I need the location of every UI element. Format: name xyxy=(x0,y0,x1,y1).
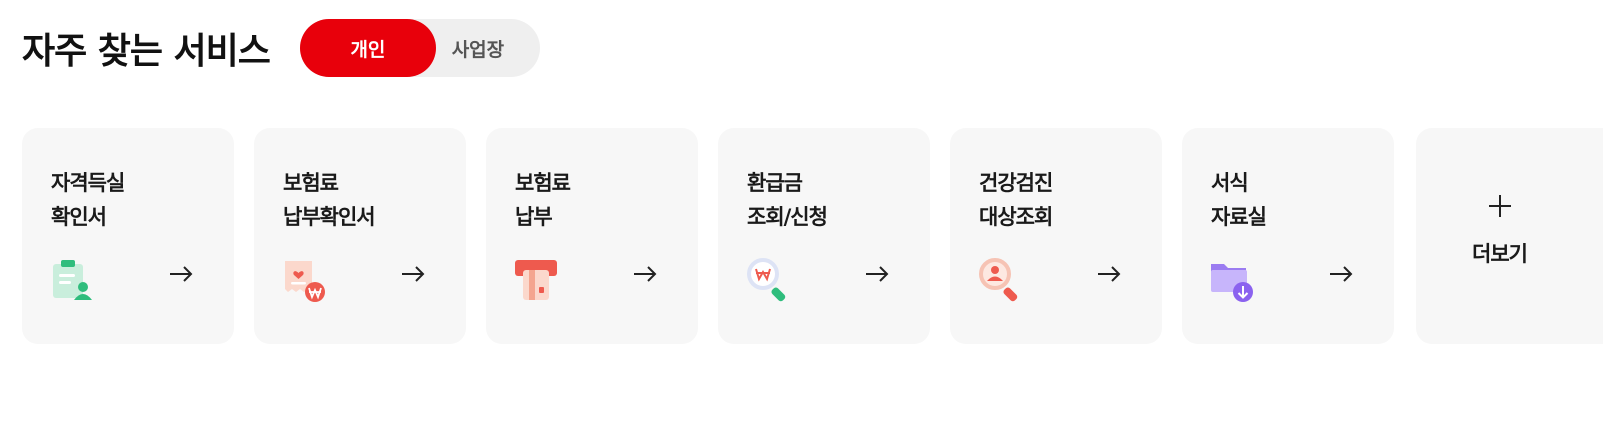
arrow-right-icon xyxy=(402,266,425,282)
card-payment-icon xyxy=(515,260,557,300)
service-card-title: 환급금 조회/신청 xyxy=(747,171,828,229)
arrow-right-icon xyxy=(1098,266,1121,282)
page-title: 자주 찾는 서비스 xyxy=(22,31,271,72)
arrow-right-icon xyxy=(866,266,889,282)
arrow-right-icon xyxy=(634,266,657,282)
search-won-icon xyxy=(747,258,786,302)
section-header: 자주 찾는 서비스 개인 사업장 xyxy=(22,19,540,77)
plus-icon xyxy=(1489,195,1511,217)
more-services-button[interactable]: 더보기 xyxy=(1416,128,1603,344)
service-card-title: 서식 자료실 xyxy=(1211,171,1267,229)
user-type-toggle: 개인 사업장 xyxy=(299,19,540,77)
arrow-right-icon xyxy=(170,266,193,282)
service-card-refund[interactable]: 환급금 조회/신청 xyxy=(718,128,930,344)
service-card-health-checkup[interactable]: 건강검진 대상조회 xyxy=(950,128,1162,344)
service-card-title: 보험료 납부 xyxy=(515,171,571,229)
service-card-title: 건강검진 대상조회 xyxy=(979,171,1053,229)
service-card-qualification[interactable]: 자격득실 확인서 xyxy=(22,128,234,344)
search-person-icon xyxy=(979,258,1018,302)
receipt-won-icon xyxy=(285,261,325,302)
folder-download-icon xyxy=(1211,264,1253,302)
service-card-forms-library[interactable]: 서식 자료실 xyxy=(1182,128,1394,344)
service-card-premium-payment[interactable]: 보험료 납부 xyxy=(486,128,698,344)
service-card-payment-certificate[interactable]: 보험료 납부확인서 xyxy=(254,128,466,344)
service-card-title: 자격득실 확인서 xyxy=(51,171,125,229)
tab-business[interactable]: 사업장 xyxy=(436,19,516,77)
more-label: 더보기 xyxy=(1472,242,1528,266)
arrow-right-icon xyxy=(1330,266,1353,282)
service-card-title: 보험료 납부확인서 xyxy=(283,171,376,229)
clipboard-person-icon xyxy=(53,260,92,300)
tab-personal[interactable]: 개인 xyxy=(299,19,436,77)
